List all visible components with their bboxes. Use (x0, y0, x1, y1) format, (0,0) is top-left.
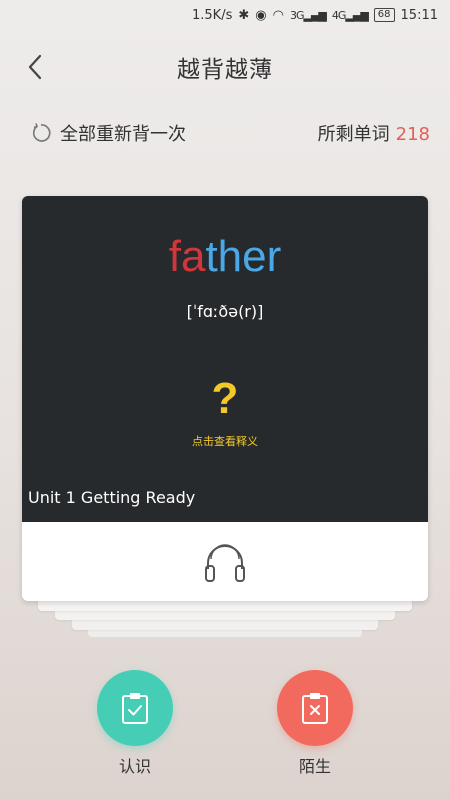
clipboard-x-icon (302, 693, 328, 724)
know-label: 认识 (118, 757, 151, 776)
word-card-face[interactable]: father [ˈfɑːðə(r)] ? 点击查看释义 Unit 1 Getti… (22, 196, 428, 522)
unfamiliar-label: 陌生 (298, 757, 331, 776)
clipboard-check-icon (122, 693, 148, 724)
unit-label: Unit 1 Getting Ready (28, 488, 196, 507)
wifi-icon: ◠ (272, 7, 284, 23)
battery-icon: 68 (373, 8, 395, 22)
clock: 15:11 (400, 7, 438, 23)
eye-icon: ◉ (255, 7, 267, 23)
refresh-icon (32, 123, 51, 142)
network-speed: 1.5K/s (192, 7, 233, 23)
word-text: father (22, 232, 428, 282)
unfamiliar-button[interactable] (277, 670, 353, 746)
word-highlight-part: fa (168, 232, 206, 281)
restart-button[interactable]: 全部重新背一次 (30, 120, 186, 146)
phonetic-text: [ˈfɑːðə(r)] (186, 302, 264, 321)
toolbar: 全部重新背一次 所剩单词 218 (30, 120, 430, 150)
word-card[interactable]: father [ˈfɑːðə(r)] ? 点击查看释义 Unit 1 Getti… (22, 196, 428, 601)
reveal-meaning-hint[interactable]: 点击查看释义 (22, 433, 428, 449)
status-bar: 1.5K/s ✱ ◉ ◠ 3G▂▄▆ 4G▂▄▆ 68 15:11 (0, 0, 450, 30)
know-button[interactable] (97, 670, 173, 746)
headphones-icon[interactable] (203, 539, 247, 585)
restart-label: 全部重新背一次 (60, 124, 186, 145)
bluetooth-icon: ✱ (238, 7, 250, 23)
remaining-count: 218 (395, 124, 430, 145)
remaining-label: 所剩单词 (317, 124, 390, 145)
page-title: 越背越薄 (177, 57, 273, 83)
question-mark-icon[interactable]: ? (22, 374, 428, 424)
signal-icon-2: 4G▂▄▆ (331, 8, 369, 22)
signal-icon-1: 3G▂▄▆ (289, 8, 327, 22)
nav-bar: 越背越薄 (0, 40, 450, 94)
remaining-words: 所剩单词 218 (318, 120, 430, 146)
word-rest-part: ther (205, 232, 282, 281)
